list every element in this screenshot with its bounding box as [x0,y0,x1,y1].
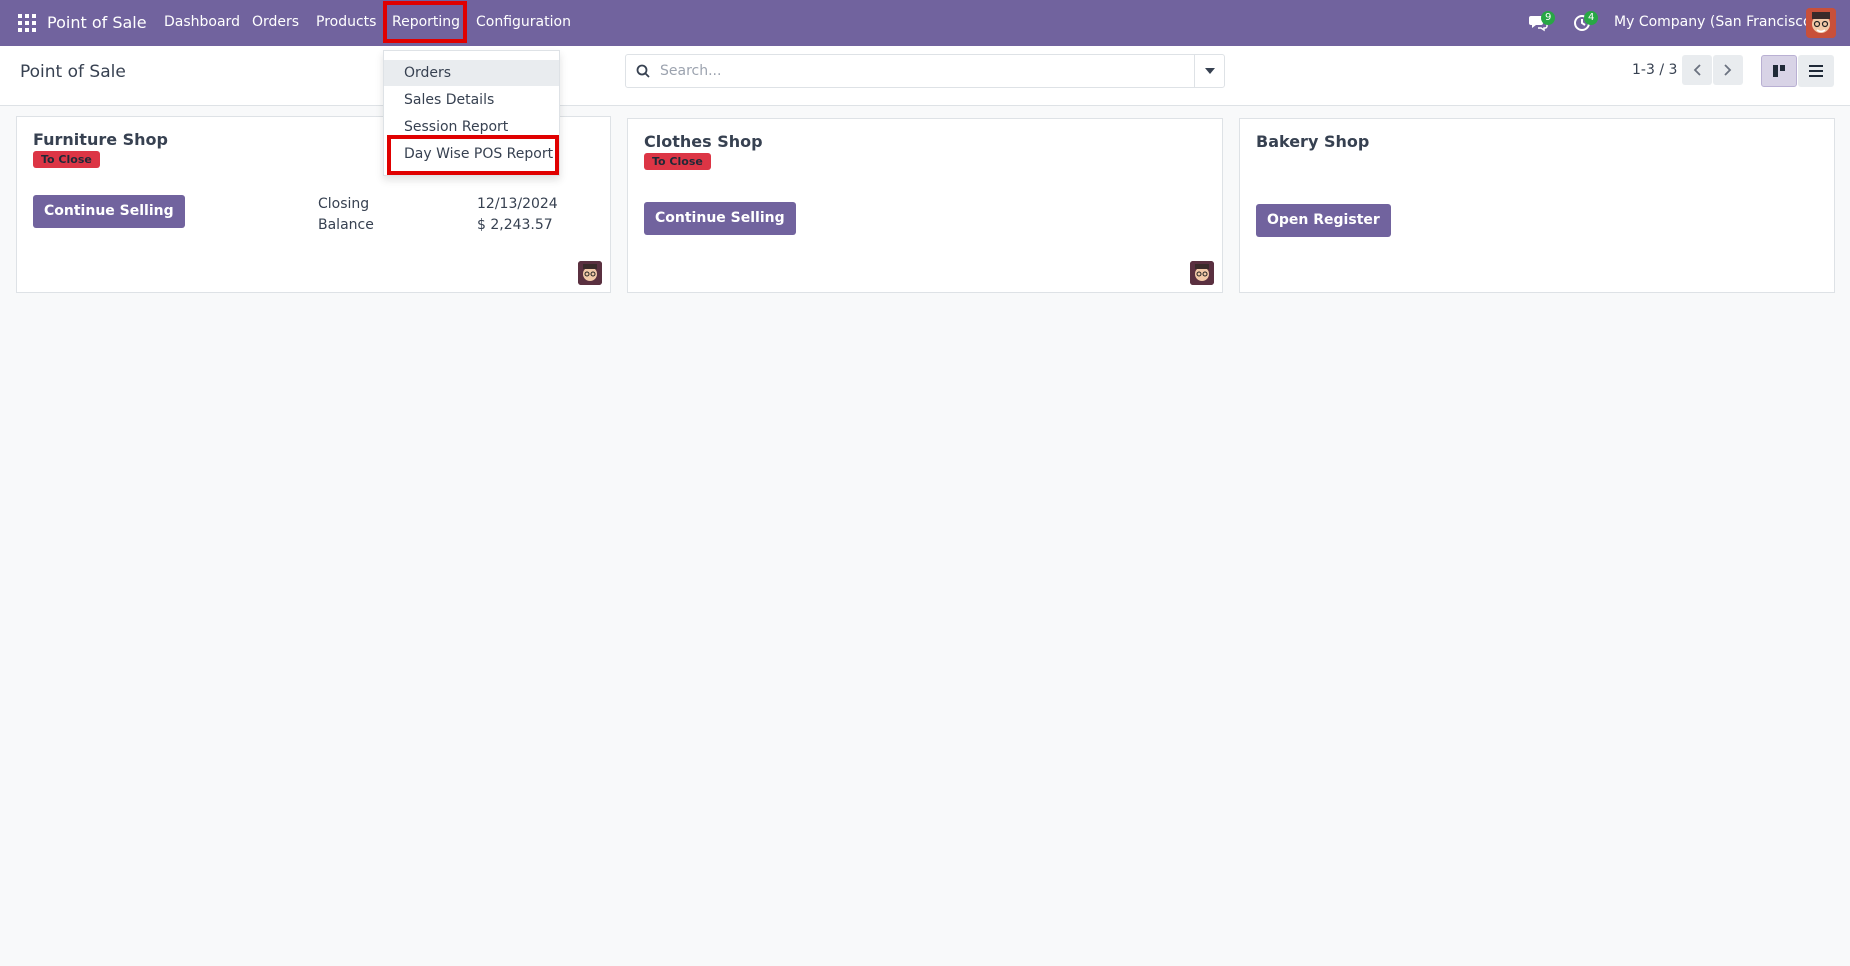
reporting-highlight-box [383,1,467,43]
top-navbar: Point of Sale Dashboard Orders Products … [0,0,1850,46]
list-icon [1809,65,1823,77]
continue-selling-button[interactable]: Continue Selling [644,202,796,235]
pos-card-clothes: Clothes Shop To Close Continue Selling [627,118,1223,293]
search-bar[interactable] [625,54,1225,88]
menu-products[interactable]: Products [316,14,376,30]
apps-grid-icon[interactable] [18,14,36,32]
menu-dashboard[interactable]: Dashboard [164,14,240,30]
pos-name[interactable]: Furniture Shop [33,130,168,149]
list-view-button[interactable] [1798,55,1834,87]
kanban-icon [1773,65,1785,77]
search-icon [636,64,650,78]
chevron-left-icon [1693,64,1701,76]
search-input[interactable] [660,55,1160,87]
menu-orders[interactable]: Orders [252,14,299,30]
search-options-toggle[interactable] [1194,55,1224,87]
pager-value[interactable]: 1-3 / 3 [1632,62,1677,78]
open-register-button[interactable]: Open Register [1256,204,1391,237]
menu-item-orders[interactable]: Orders [384,60,559,86]
messages-count-badge: 9 [1541,11,1556,25]
pager-next-button[interactable] [1713,55,1743,85]
continue-selling-button[interactable]: Continue Selling [33,195,185,228]
activities-count-badge: 4 [1584,11,1599,25]
status-badge: To Close [644,153,711,170]
kanban-view-button[interactable] [1761,55,1797,87]
menu-configuration[interactable]: Configuration [476,14,571,30]
company-switcher[interactable]: My Company (San Francisco) [1614,14,1817,30]
caret-down-icon [1204,68,1215,74]
chevron-right-icon [1724,64,1732,76]
closing-value: 12/13/2024 [477,196,558,212]
closing-label: Closing [318,196,370,212]
balance-label: Balance [318,217,374,233]
pos-name[interactable]: Bakery Shop [1256,132,1369,151]
page-title: Point of Sale [20,62,126,82]
pos-name[interactable]: Clothes Shop [644,132,763,151]
pager-previous-button[interactable] [1682,55,1712,85]
menu-item-sales-details[interactable]: Sales Details [384,87,559,113]
responsible-avatar [578,261,602,285]
status-badge: To Close [33,151,100,168]
control-panel: Point of Sale 1-3 / 3 [0,46,1850,106]
balance-value: $ 2,243.57 [477,217,553,233]
responsible-avatar [1190,261,1214,285]
day-wise-report-highlight-box [387,135,559,175]
user-avatar[interactable] [1806,8,1836,38]
pos-card-bakery: Bakery Shop Open Register [1239,118,1835,293]
app-brand[interactable]: Point of Sale [47,13,147,32]
